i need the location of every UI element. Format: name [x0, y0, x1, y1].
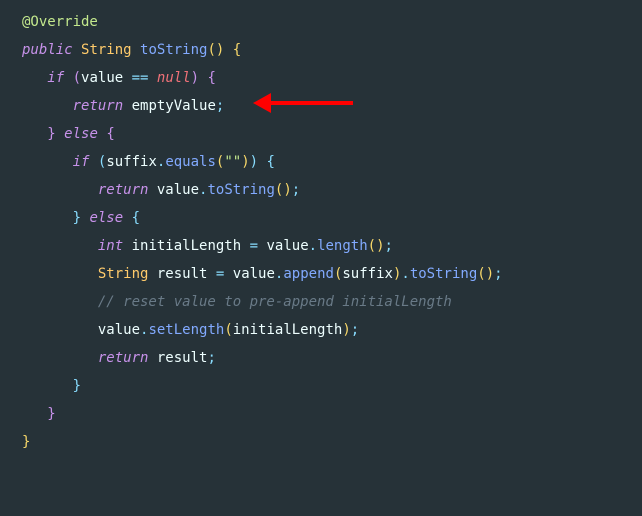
keyword-else: else — [64, 126, 98, 142]
keyword-else: else — [89, 210, 123, 226]
ident-initiallength: initialLength — [233, 322, 343, 338]
method-tostring: toString — [140, 42, 207, 58]
op-assign: = — [250, 238, 258, 254]
paren-pair: () — [368, 238, 385, 254]
comment-reset: // reset value to pre-append initialLeng… — [98, 294, 452, 310]
op-eq: == — [132, 70, 149, 86]
arrow-line — [267, 101, 353, 105]
method-equals: equals — [165, 154, 216, 170]
keyword-if: if — [47, 70, 64, 86]
type-string: String — [81, 42, 132, 58]
keyword-return: return — [98, 182, 149, 198]
brace-close: } — [47, 406, 55, 422]
paren-close: ) — [342, 322, 350, 338]
semicolon: ; — [494, 266, 502, 282]
annotation-arrow — [253, 93, 373, 113]
paren-open: () — [207, 42, 224, 58]
keyword-if: if — [73, 154, 90, 170]
brace-close: } — [73, 210, 81, 226]
method-append: append — [283, 266, 334, 282]
ident-value: value — [157, 182, 199, 198]
ident-result: result — [157, 350, 208, 366]
method-length: length — [317, 238, 368, 254]
method-tostring-call: toString — [207, 182, 274, 198]
brace-open: { — [267, 154, 275, 170]
arrow-head-icon — [253, 93, 271, 113]
brace-open: { — [233, 42, 241, 58]
op-assign: = — [216, 266, 224, 282]
brace-close: } — [73, 378, 81, 394]
paren-close: ) — [250, 154, 258, 170]
semicolon: ; — [207, 350, 215, 366]
keyword-null: null — [157, 70, 191, 86]
semicolon: ; — [351, 322, 359, 338]
ident-value: value — [81, 70, 123, 86]
paren-pair: () — [275, 182, 292, 198]
keyword-return: return — [98, 350, 149, 366]
paren-close: ) — [241, 154, 249, 170]
semicolon: ; — [292, 182, 300, 198]
keyword-return: return — [73, 98, 124, 114]
ident-result: result — [157, 266, 208, 282]
semicolon: ; — [216, 98, 224, 114]
paren-close: ) — [191, 70, 199, 86]
paren-open: ( — [224, 322, 232, 338]
ident-value: value — [98, 322, 140, 338]
semicolon: ; — [385, 238, 393, 254]
ident-emptyvalue: emptyValue — [132, 98, 216, 114]
dot: . — [401, 266, 409, 282]
ident-suffix: suffix — [106, 154, 157, 170]
brace-close: } — [22, 434, 30, 450]
type-string: String — [98, 266, 149, 282]
code-block: @Override public String toString() { if … — [0, 0, 642, 464]
brace-open: { — [106, 126, 114, 142]
brace-close: } — [47, 126, 55, 142]
ident-value: value — [266, 238, 308, 254]
ident-value: value — [233, 266, 275, 282]
brace-open: { — [208, 70, 216, 86]
string-empty: "" — [224, 154, 241, 170]
keyword-public: public — [22, 42, 73, 58]
paren-pair: () — [477, 266, 494, 282]
ident-initiallength: initialLength — [132, 238, 242, 254]
brace-open: { — [132, 210, 140, 226]
ident-suffix: suffix — [342, 266, 393, 282]
keyword-int: int — [98, 238, 123, 254]
annotation-override: @Override — [22, 14, 98, 30]
paren-open: ( — [73, 70, 81, 86]
dot: . — [309, 238, 317, 254]
method-tostring-call: toString — [410, 266, 477, 282]
method-setlength: setLength — [148, 322, 224, 338]
